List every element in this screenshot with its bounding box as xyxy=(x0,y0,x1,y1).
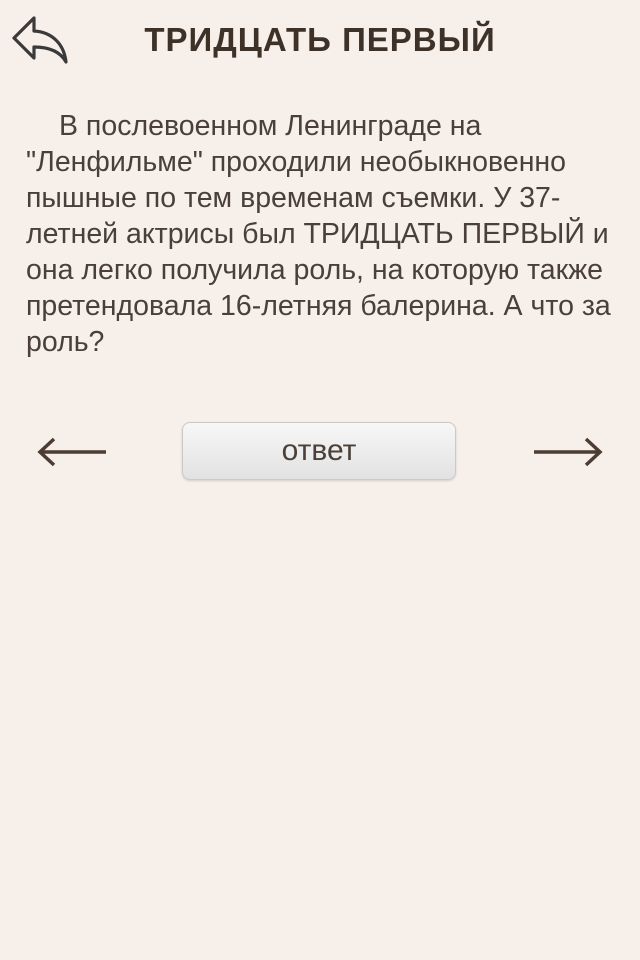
question-screen: ТРИДЦАТЬ ПЕРВЫЙ В послевоенном Ленинград… xyxy=(0,0,640,960)
arrow-right-icon xyxy=(534,437,603,467)
page-title: ТРИДЦАТЬ ПЕРВЫЙ xyxy=(144,21,496,58)
next-button[interactable] xyxy=(530,430,606,474)
header: ТРИДЦАТЬ ПЕРВЫЙ xyxy=(0,0,640,80)
arrow-left-icon xyxy=(37,437,106,467)
previous-button[interactable] xyxy=(34,430,110,474)
question-text: В послевоенном Ленинграде на "Ленфильме"… xyxy=(26,110,611,358)
answer-button[interactable]: ответ xyxy=(182,422,456,480)
